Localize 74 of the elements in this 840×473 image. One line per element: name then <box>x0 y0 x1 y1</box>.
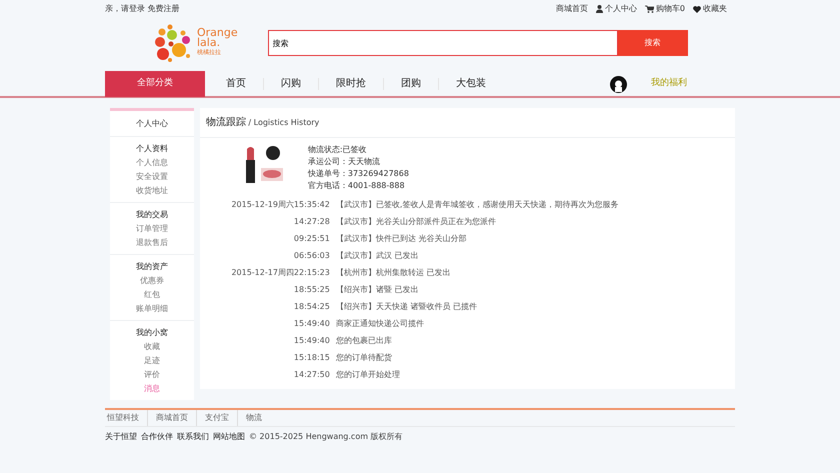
top-link[interactable]: 购物车0 <box>644 3 685 15</box>
logo-name: lala. <box>197 38 220 48</box>
sidebar-item[interactable]: 收货地址 <box>110 184 194 198</box>
event-text: 【武汉市】快件已到达 光谷关山分部 <box>334 233 466 245</box>
sidebar-item[interactable]: 消息 <box>110 382 194 396</box>
event-text: 您的包裹已出库 <box>334 335 392 347</box>
event-text: 【武汉市】已签收,签收人是青年城签收，感谢使用天天快递，期待再次为您服务 <box>334 199 618 211</box>
event-text: 商家正通知快递公司揽件 <box>334 318 424 330</box>
event-time: 06:56:03 <box>292 250 330 262</box>
cart-icon <box>644 5 654 13</box>
nav-link[interactable]: 大包装 <box>439 78 503 90</box>
category-button[interactable]: 全部分类 <box>105 71 205 97</box>
sidebar-heading: 我的资产 <box>134 261 169 273</box>
top-link[interactable]: 收藏夹 <box>693 3 727 15</box>
event-text: 【绍兴市】诸暨 已发出 <box>334 284 418 296</box>
event-text: 您的订单待配货 <box>334 352 392 364</box>
heart-icon <box>693 6 701 12</box>
logo-name: Orange <box>197 28 238 38</box>
sidebar-item[interactable]: 优惠券 <box>110 274 194 288</box>
nav-link[interactable]: 首页 <box>209 78 264 90</box>
footer-link[interactable]: 商城首页 <box>148 410 197 426</box>
package-info: 物流状态:已签收 <box>308 144 368 156</box>
avatar-icon[interactable] <box>610 76 627 92</box>
sidebar-heading: 我的交易 <box>134 209 169 221</box>
user-icon <box>596 5 603 13</box>
event-time: 15:49:40 <box>292 318 330 330</box>
event-time: 15:18:15 <box>292 352 330 364</box>
sidebar-title: 个人中心 <box>134 118 169 130</box>
sidebar-item[interactable]: 个人信息 <box>110 156 194 170</box>
footer-link[interactable]: 网站地图 <box>213 429 245 445</box>
package-info: 快递单号：373269427868 <box>308 168 409 180</box>
sidebar-heading: 个人资料 <box>134 143 169 155</box>
event-time: 18:54:25 <box>292 301 330 313</box>
sidebar-item[interactable]: 收藏 <box>110 340 194 354</box>
sidebar-item[interactable]: 评价 <box>110 368 194 382</box>
footer-link[interactable]: 物流 <box>238 410 270 426</box>
copyright-text: © 2015-2025 Hengwang.com 版权所有 <box>249 431 403 443</box>
footer-link[interactable]: 联系我们 <box>177 429 209 445</box>
event-time: 2015-12-19周六15:35:42 <box>230 199 330 211</box>
sidebar-heading: 我的小窝 <box>134 327 169 339</box>
footer-link[interactable]: 关于恒望 <box>105 429 137 445</box>
logo-dots-icon <box>153 23 193 63</box>
sidebar-item[interactable]: 安全设置 <box>110 170 194 184</box>
package-info: 官方电话：4001-888-888 <box>308 180 406 192</box>
package-info: 承运公司：天天物流 <box>308 156 381 168</box>
footer-link[interactable]: 支付宝 <box>197 410 238 426</box>
sidebar-item[interactable]: 足迹 <box>110 354 194 368</box>
sidebar-item[interactable]: 退款售后 <box>110 236 194 250</box>
search-field[interactable]: 搜索 <box>268 30 618 56</box>
sidebar-item[interactable]: 红包 <box>110 288 194 302</box>
top-link[interactable]: 个人中心 <box>596 3 637 15</box>
login-prompt[interactable]: 亲，请登录 免费注册 <box>105 3 180 15</box>
event-text: 【武汉市】武汉 已发出 <box>334 250 418 262</box>
event-text: 【杭州市】杭州集散转运 已发出 <box>334 267 450 279</box>
event-time: 14:27:50 <box>292 369 330 381</box>
search-button[interactable]: 搜索 <box>618 30 688 56</box>
nav-link[interactable]: 团购 <box>384 78 439 90</box>
event-time: 15:49:40 <box>292 335 330 347</box>
sidebar-item[interactable]: 账单明细 <box>110 302 194 316</box>
event-text: 您的订单开始处理 <box>334 369 400 381</box>
event-text: 【武汉市】光谷关山分部派件员正在为您派件 <box>334 216 496 228</box>
page-title: 物流跟踪 / Logistics History <box>206 116 320 130</box>
product-photo <box>244 144 284 184</box>
event-time: 2015-12-17周四22:15:23 <box>230 267 330 279</box>
sidebar-item[interactable]: 订单管理 <box>110 222 194 236</box>
event-text: 【绍兴市】天天快递 诸暨收件员 已揽件 <box>334 301 477 313</box>
event-time: 09:25:51 <box>292 233 330 245</box>
footer-link[interactable]: 合作伙伴 <box>141 429 173 445</box>
footer-link[interactable]: 恒望科技 <box>105 410 148 426</box>
nav-link[interactable]: 限时抢 <box>319 78 384 90</box>
top-link[interactable]: 商城首页 <box>556 3 588 15</box>
event-time: 14:27:28 <box>292 216 330 228</box>
event-time: 18:55:25 <box>292 284 330 296</box>
nav-link[interactable]: 闪购 <box>264 78 319 90</box>
